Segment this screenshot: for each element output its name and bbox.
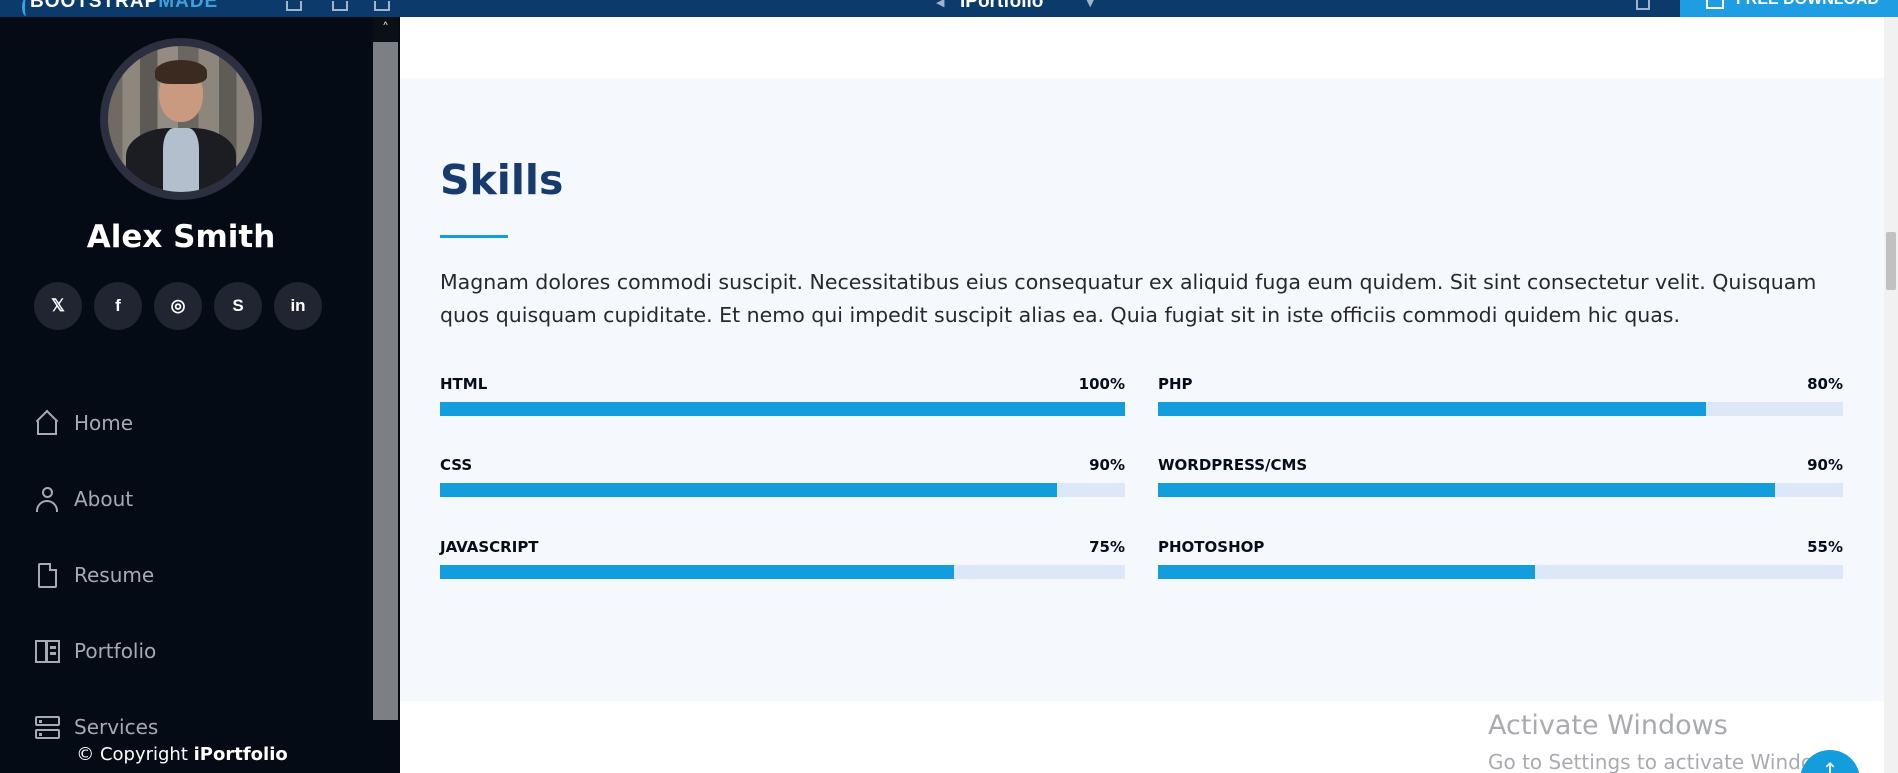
- prev-arrow-icon[interactable]: ◀: [936, 0, 944, 9]
- social-links: 𝕏 f ◎ S in: [34, 282, 322, 330]
- title-underline: [440, 235, 508, 238]
- skill-name: WORDPRESS/CMS: [1158, 456, 1308, 474]
- activation-watermark-title: Activate Windows: [1488, 710, 1728, 741]
- download-icon: [1706, 0, 1724, 9]
- desktop-view-icon[interactable]: [286, 1, 302, 11]
- brand-logo[interactable]: BOOTSTRAPMADE: [30, 0, 218, 13]
- nav-item-portfolio[interactable]: Portfolio: [0, 613, 373, 689]
- facebook-icon[interactable]: f: [94, 282, 142, 330]
- nav-item-resume[interactable]: Resume: [0, 537, 373, 613]
- brand-logo-icon: [22, 0, 30, 16]
- linkedin-icon[interactable]: in: [274, 282, 322, 330]
- progress-track: [440, 483, 1125, 497]
- page-scrollbar[interactable]: [1884, 17, 1898, 773]
- fullscreen-icon[interactable]: [1636, 0, 1650, 10]
- main-content: Skills Magnam dolores commodi suscipit. …: [400, 17, 1884, 773]
- copyright: © Copyright iPortfolio: [76, 744, 288, 765]
- scroll-up-icon[interactable]: ˄: [373, 17, 398, 42]
- skills-section: Skills Magnam dolores commodi suscipit. …: [400, 78, 1884, 701]
- progress-track: [1158, 565, 1843, 579]
- nav-item-label: Resume: [74, 563, 155, 587]
- progress-track: [1158, 483, 1843, 497]
- user-icon: [34, 486, 60, 512]
- portfolio-icon: [34, 638, 60, 664]
- skill-percent: 90%: [1807, 456, 1843, 474]
- home-icon: [34, 409, 60, 436]
- nav-item-home[interactable]: Home: [0, 385, 373, 461]
- template-title[interactable]: iPortfolio: [960, 0, 1043, 13]
- sidebar-scrollbar[interactable]: ˄: [373, 17, 398, 720]
- skype-icon[interactable]: S: [214, 282, 262, 330]
- skill-name: CSS: [440, 456, 473, 474]
- skill-name: PHOTOSHOP: [1158, 538, 1265, 556]
- nav-item-label: Home: [74, 411, 134, 435]
- progress-track: [440, 402, 1125, 416]
- scrollbar-thumb[interactable]: [1886, 232, 1896, 290]
- progress-fill: [1158, 402, 1706, 416]
- skill-name: PHP: [1158, 375, 1193, 393]
- skill-percent: 80%: [1807, 375, 1843, 393]
- arrow-up-icon: ↑: [1821, 758, 1839, 773]
- server-icon: [34, 714, 60, 740]
- skill-percent: 55%: [1807, 538, 1843, 556]
- skill-percent: 90%: [1089, 456, 1125, 474]
- file-icon: [34, 562, 60, 588]
- progress-fill: [440, 565, 954, 579]
- progress-fill: [440, 402, 1125, 416]
- free-download-button[interactable]: FREE DOWNLOAD: [1680, 0, 1898, 17]
- avatar: [100, 38, 262, 200]
- twitter-icon[interactable]: 𝕏: [34, 282, 82, 330]
- profile-name: Alex Smith: [86, 219, 276, 255]
- progress-track: [1158, 402, 1843, 416]
- progress-fill: [1158, 483, 1775, 497]
- skill-name: HTML: [440, 375, 488, 393]
- section-title: Skills: [440, 156, 564, 204]
- sidebar: ˄ Alex Smith 𝕏 f ◎ S in Home About Resum…: [0, 17, 400, 773]
- progress-track: [440, 565, 1125, 579]
- progress-fill: [1158, 565, 1535, 579]
- mobile-view-icon[interactable]: [374, 1, 390, 11]
- skill-percent: 75%: [1089, 538, 1125, 556]
- instagram-icon[interactable]: ◎: [154, 282, 202, 330]
- chevron-down-icon[interactable]: ▼: [1086, 0, 1094, 9]
- section-description: Magnam dolores commodi suscipit. Necessi…: [440, 270, 1817, 327]
- profile-photo: [108, 46, 254, 192]
- nav-item-about[interactable]: About: [0, 461, 373, 537]
- nav-menu: Home About Resume Portfolio Services: [0, 385, 373, 765]
- progress-fill: [440, 483, 1057, 497]
- nav-item-label: About: [74, 487, 134, 511]
- skill-name: JAVASCRIPT: [440, 538, 539, 556]
- top-bar: BOOTSTRAPMADE ◀ iPortfolio ▼ FREE DOWNLO…: [0, 0, 1898, 17]
- nav-item-label: Portfolio: [74, 639, 157, 663]
- tablet-view-icon[interactable]: [332, 1, 348, 11]
- skill-percent: 100%: [1078, 375, 1125, 393]
- nav-item-label: Services: [74, 715, 159, 739]
- activation-watermark-subtitle: Go to Settings to activate Windows.: [1488, 750, 1847, 773]
